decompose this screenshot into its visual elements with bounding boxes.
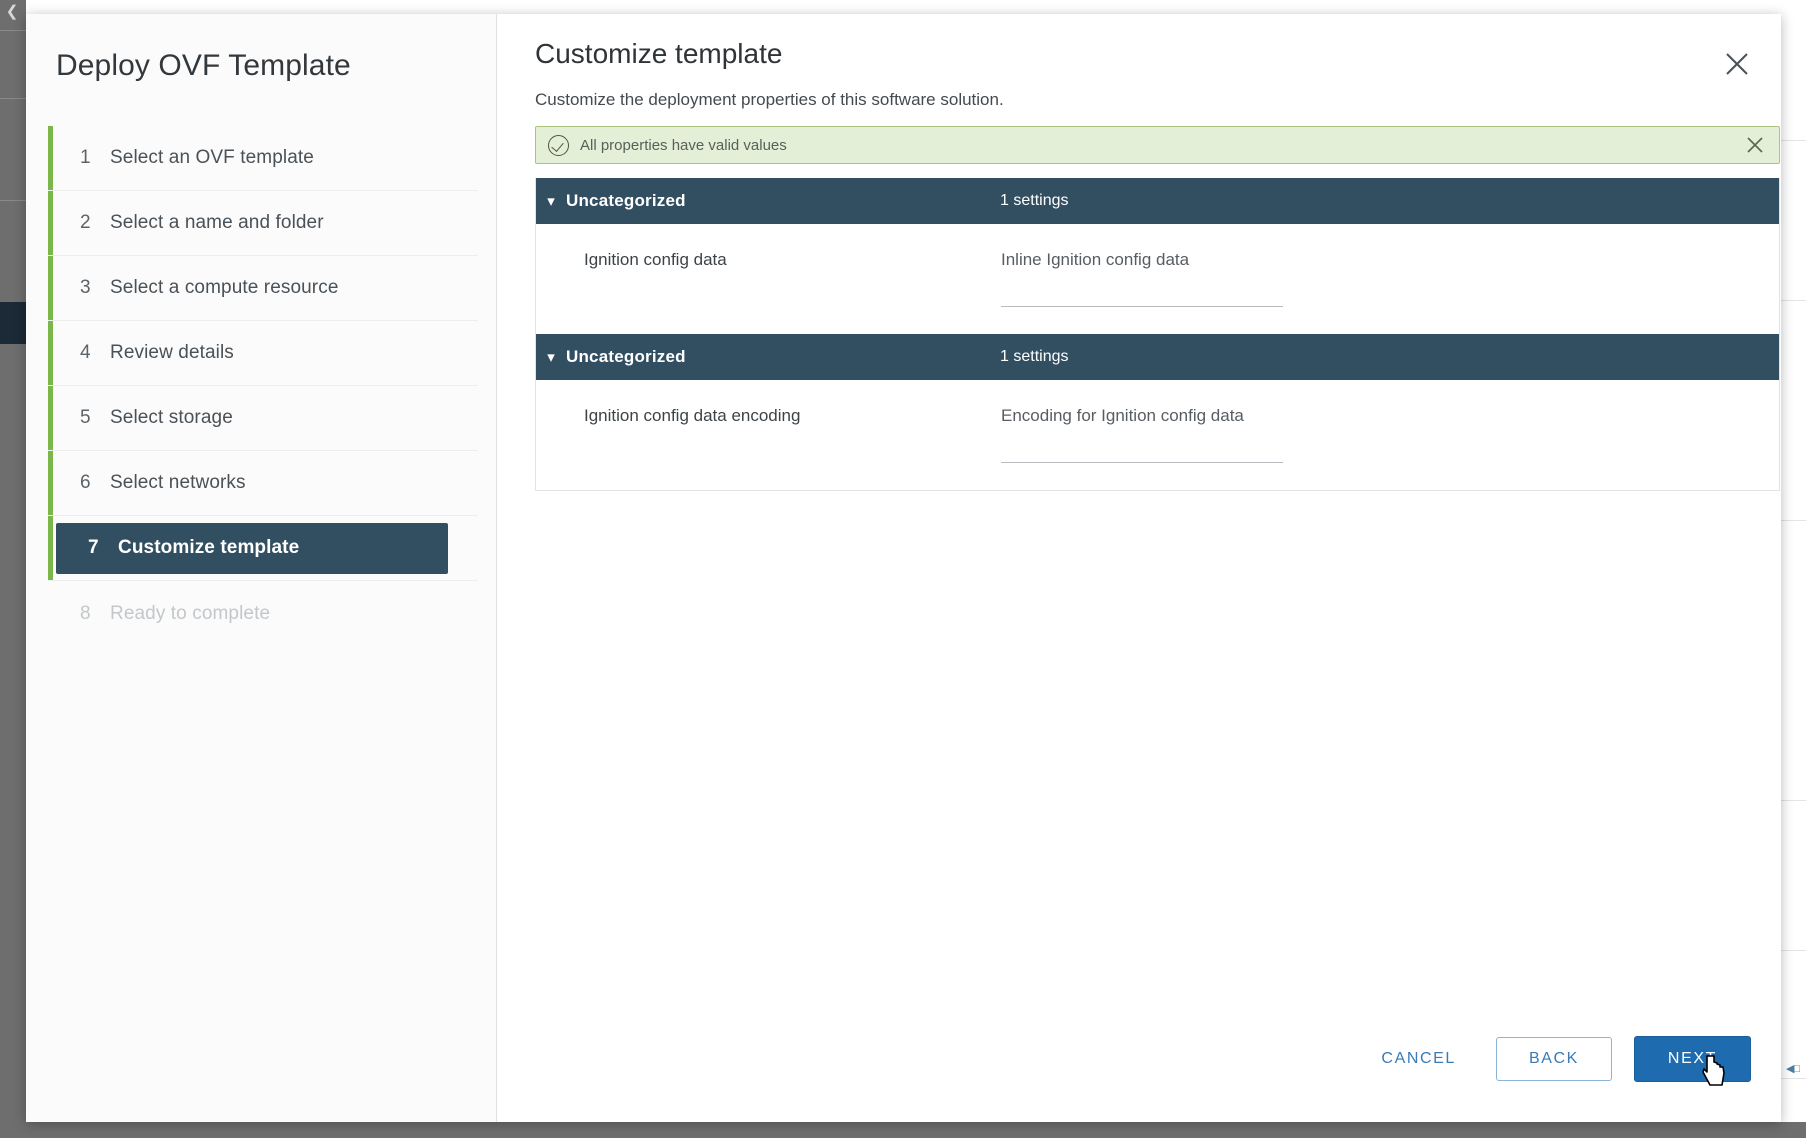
wizard-step-list: 1 Select an OVF template 2 Select a name…	[48, 126, 478, 646]
background-right-marker: ◀□	[1786, 1063, 1800, 1075]
step-label: Select storage	[110, 407, 233, 428]
sidebar-item-select-a-name-and-folder[interactable]: 2 Select a name and folder	[48, 191, 478, 256]
sidebar-item-select-networks[interactable]: 6 Select networks	[48, 451, 478, 516]
property-group-count: 1 settings	[1000, 192, 1069, 209]
step-number: 7	[88, 537, 99, 558]
step-label: Ready to complete	[110, 602, 271, 624]
sidebar-item-customize-template[interactable]: 7 Customize template	[56, 522, 448, 574]
ignition-config-data-input[interactable]	[1001, 306, 1283, 307]
background-right-divider	[1781, 300, 1806, 301]
step-label: Select a compute resource	[110, 277, 339, 298]
background-right-divider	[1781, 520, 1806, 521]
close-icon[interactable]	[1720, 47, 1754, 81]
sidebar-item-select-storage[interactable]: 5 Select storage	[48, 386, 478, 451]
property-label: Ignition config data encoding	[584, 406, 801, 425]
sidebar-item-customize-template-wrap: 7 Customize template	[48, 516, 478, 581]
property-group-header-2[interactable]: ▾ Uncategorized 1 settings	[536, 334, 1779, 380]
step-number: 1	[80, 147, 91, 168]
page-subtitle: Customize the deployment properties of t…	[535, 90, 1004, 109]
ignition-config-data-encoding-input[interactable]	[1001, 462, 1283, 463]
success-check-circle-icon	[548, 134, 569, 156]
background-right-area	[1781, 0, 1806, 1122]
screen: ❮ ◀□ Deploy OVF Template 1 Select an OVF…	[0, 0, 1806, 1138]
validation-alert: All properties have valid values	[535, 126, 1780, 164]
background-rail-divider	[0, 200, 26, 201]
property-label: Ignition config data	[584, 250, 727, 269]
step-number: 3	[80, 277, 91, 298]
step-label: Select networks	[110, 472, 246, 493]
property-group-name: Uncategorized	[566, 347, 686, 366]
property-group-header-1[interactable]: ▾ Uncategorized 1 settings	[536, 178, 1779, 224]
step-label: Review details	[110, 342, 234, 363]
chevron-left-icon: ❮	[5, 3, 19, 20]
property-row: Ignition config data Inline Ignition con…	[536, 224, 1779, 334]
cancel-button[interactable]: CANCEL	[1363, 1040, 1474, 1078]
sidebar-item-ready-to-complete: 8 Ready to complete	[48, 581, 478, 646]
step-number: 6	[80, 472, 91, 493]
background-rail-selected-item	[0, 302, 26, 344]
property-description: Encoding for Ignition config data	[1001, 406, 1244, 425]
background-bottom-strip	[0, 1122, 1806, 1138]
step-label: Select an OVF template	[110, 147, 314, 168]
background-left-rail: ❮	[0, 0, 26, 1122]
sidebar-item-review-details[interactable]: 4 Review details	[48, 321, 478, 386]
back-button[interactable]: BACK	[1495, 1037, 1612, 1081]
step-label: Customize template	[118, 537, 300, 558]
alert-message: All properties have valid values	[580, 136, 787, 154]
wizard-content-panel: Customize template Customize the deploym…	[497, 14, 1781, 1122]
properties-table: ▾ Uncategorized 1 settings Ignition conf…	[535, 178, 1780, 491]
background-right-divider	[1781, 800, 1806, 801]
step-number: 2	[80, 212, 91, 233]
dialog-footer: CANCEL BACK NEXT	[1363, 1036, 1751, 1082]
dialog-title: Deploy OVF Template	[56, 49, 351, 82]
property-description: Inline Ignition config data	[1001, 250, 1190, 269]
alert-close-icon[interactable]	[1743, 133, 1767, 157]
background-rail-divider	[0, 30, 26, 31]
step-number: 8	[80, 602, 91, 624]
page-title: Customize template	[535, 38, 783, 69]
sidebar-item-select-an-ovf-template[interactable]: 1 Select an OVF template	[48, 126, 478, 191]
background-rail-divider	[0, 98, 26, 99]
wizard-sidebar: Deploy OVF Template 1 Select an OVF temp…	[26, 14, 497, 1122]
background-right-divider	[1781, 140, 1806, 141]
step-number: 5	[80, 407, 91, 428]
sidebar-item-select-a-compute-resource[interactable]: 3 Select a compute resource	[48, 256, 478, 321]
chevron-down-icon: ▾	[547, 349, 555, 366]
background-right-divider	[1781, 1078, 1806, 1079]
step-number: 4	[80, 342, 91, 363]
background-right-divider	[1781, 950, 1806, 951]
chevron-down-icon: ▾	[547, 193, 555, 210]
property-group-name: Uncategorized	[566, 191, 686, 210]
property-row: Ignition config data encoding Encoding f…	[536, 380, 1779, 490]
next-button[interactable]: NEXT	[1633, 1036, 1751, 1082]
deploy-ovf-template-dialog: Deploy OVF Template 1 Select an OVF temp…	[26, 14, 1781, 1122]
step-label: Select a name and folder	[110, 212, 324, 233]
property-group-count: 1 settings	[1000, 348, 1069, 365]
